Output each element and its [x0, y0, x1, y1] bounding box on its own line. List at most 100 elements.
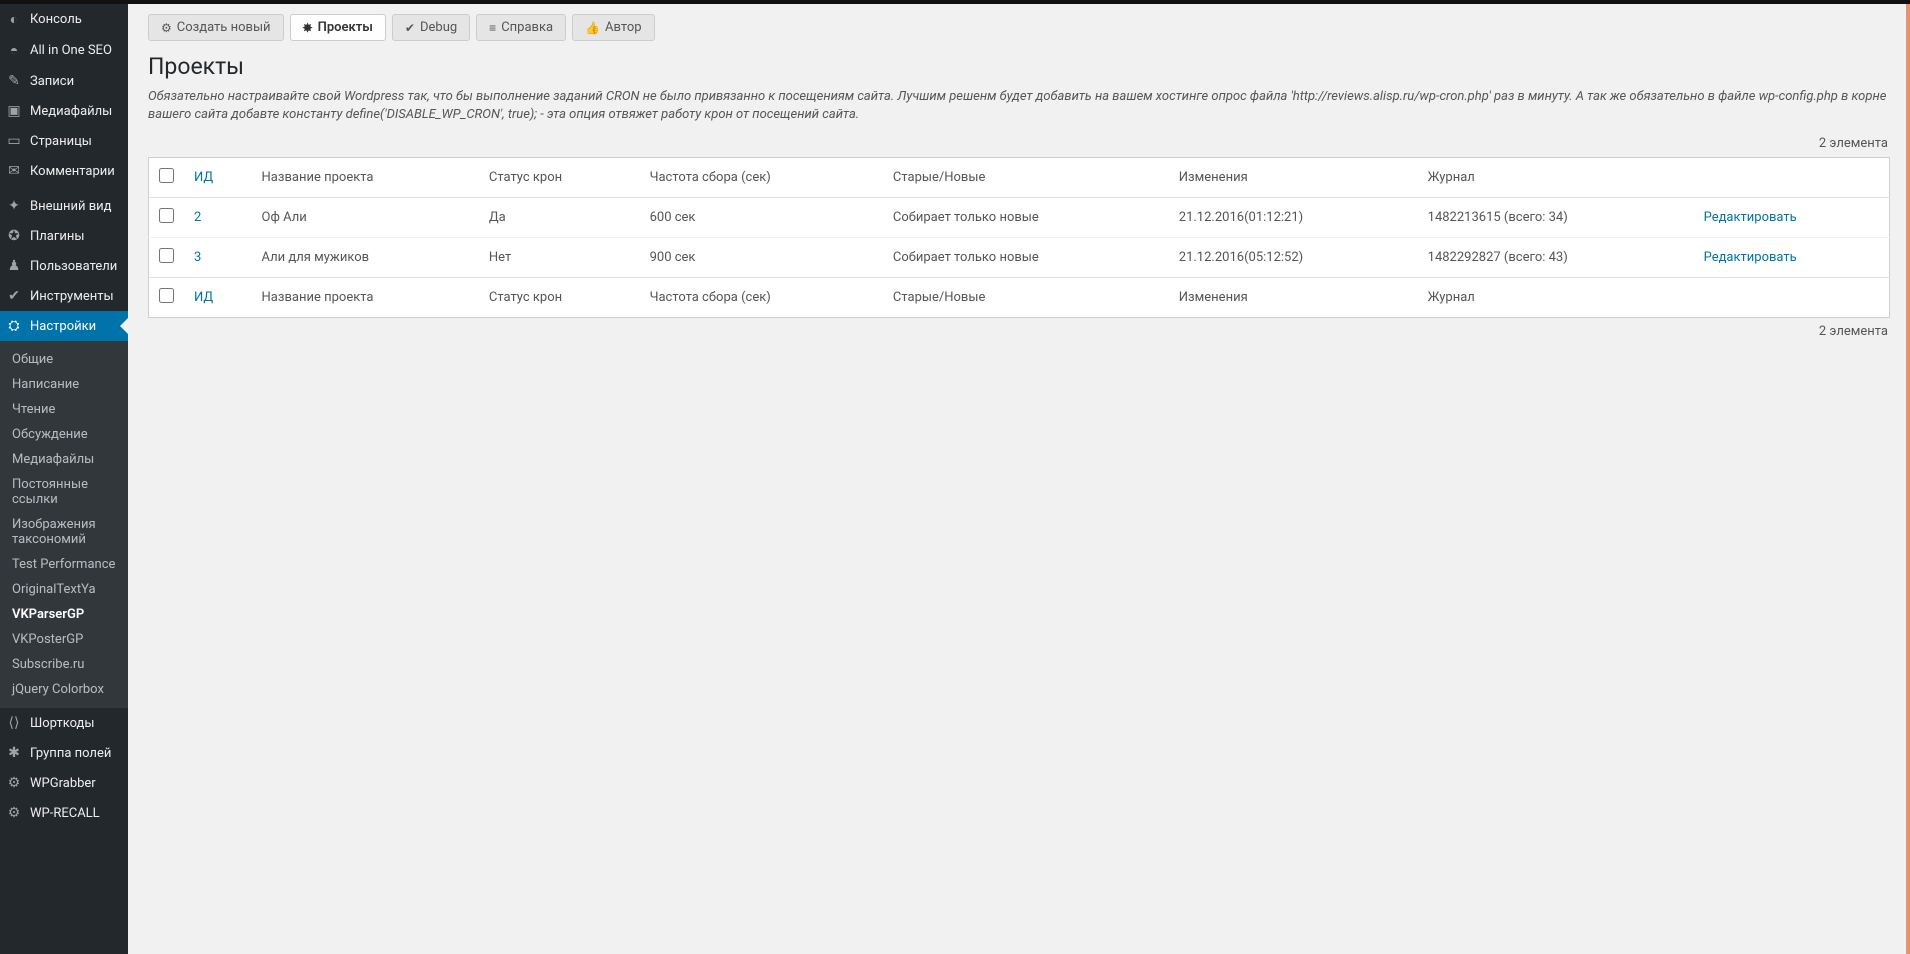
menu-icon: ✔ — [4, 288, 24, 304]
row-id-link[interactable]: 3 — [194, 250, 201, 265]
select-all-checkbox-bottom[interactable] — [159, 288, 174, 303]
submenu-item[interactable]: Test Performance — [0, 552, 128, 577]
row-changes: 21.12.2016(01:12:21) — [1169, 198, 1418, 238]
row-id-link[interactable]: 2 — [194, 210, 201, 225]
menu-icon: ⛭ — [4, 318, 24, 334]
row-log: 1482292827 (всего: 43) — [1418, 238, 1694, 278]
row-name: Али для мужиков — [252, 238, 479, 278]
row-freq: 900 сек — [640, 238, 883, 278]
edit-link[interactable]: Редактировать — [1704, 250, 1797, 265]
row-checkbox[interactable] — [159, 208, 174, 223]
tab-bar: ⚙ Создать новый ✸Проекты ✔ Debug ≡Справка 👍 Авт… — [148, 14, 1890, 41]
projects-table: ИД Название проекта Статус крон Частота … — [148, 157, 1890, 318]
menu-icon: ♟ — [4, 258, 24, 274]
menu-label: WP-RECALL — [30, 806, 100, 821]
table-row: 3Али для мужиковНет900 секСобирает тольк… — [149, 238, 1890, 278]
tab-icon: ✸ — [303, 21, 313, 35]
menu-item-2[interactable]: ✎Записи — [0, 66, 128, 96]
menu-label: All in One SEO — [30, 43, 112, 58]
select-all-checkbox[interactable] — [159, 168, 174, 183]
tab-icon: 👍 — [585, 21, 600, 35]
tab-1[interactable]: ✸Проекты — [290, 14, 386, 41]
menu-item-8[interactable]: ♟Пользователи — [0, 251, 128, 281]
menu-item-10[interactable]: ⛭ Настройки — [0, 311, 128, 341]
submenu-item[interactable]: Постоянные ссылки — [0, 472, 128, 512]
submenu-item[interactable]: VKParserGP — [0, 602, 128, 627]
menu-item-0[interactable]: ◐ Консоль — [0, 4, 128, 35]
col-id: ИД — [184, 158, 252, 198]
menu-label: Консоль — [30, 12, 82, 27]
submenu-item[interactable]: Написание — [0, 372, 128, 397]
menu-icon: ◓ — [4, 42, 24, 59]
tab-label: Автор — [605, 20, 642, 35]
menu-item-7[interactable]: ✪Плагины — [0, 221, 128, 251]
submenu-item[interactable]: Медиафайлы — [0, 447, 128, 472]
submenu-item[interactable]: Общие — [0, 347, 128, 372]
menu-item-b-0[interactable]: ⟨⟩Шорткоды — [0, 708, 128, 738]
menu-label: Комментарии — [30, 164, 115, 179]
submenu-item[interactable]: Чтение — [0, 397, 128, 422]
menu-item-b-1[interactable]: ✱ Группа полей — [0, 738, 128, 768]
tab-3[interactable]: ≡Справка — [476, 14, 566, 41]
item-count-bottom: 2 элемента — [150, 324, 1888, 339]
submenu-item[interactable]: VKPosterGP — [0, 627, 128, 652]
submenu-item[interactable]: jQuery Colorbox — [0, 677, 128, 702]
menu-item-6[interactable]: ✦Внешний вид — [0, 191, 128, 221]
edit-link[interactable]: Редактировать — [1704, 210, 1797, 225]
tab-icon: ✔ — [405, 21, 415, 35]
menu-label: Настройки — [30, 319, 96, 334]
row-changes: 21.12.2016(05:12:52) — [1169, 238, 1418, 278]
tab-4[interactable]: 👍 Автор — [572, 14, 655, 41]
menu-item-9[interactable]: ✔ Инструменты — [0, 281, 128, 311]
menu-item-4[interactable]: ▭ Страницы — [0, 126, 128, 156]
menu-label: Медиафайлы — [30, 104, 112, 119]
menu-label: Инструменты — [30, 289, 114, 304]
row-freq: 600 сек — [640, 198, 883, 238]
select-all-footer[interactable] — [149, 278, 185, 318]
admin-sidebar: ◐ Консоль ◓ All in One SEO ✎Записи ▣ Медиафайл… — [0, 4, 128, 954]
sort-id-link-bottom[interactable]: ИД — [194, 290, 213, 305]
menu-icon: ▣ — [4, 103, 24, 119]
col-changes: Изменения — [1169, 158, 1418, 198]
menu-icon: ⚙ — [4, 805, 24, 821]
menu-label: WPGrabber — [30, 776, 96, 791]
submenu-item[interactable]: OriginalTextYa — [0, 577, 128, 602]
menu-item-3[interactable]: ▣ Медиафайлы — [0, 96, 128, 126]
menu-icon: ✪ — [4, 228, 24, 244]
page-subtitle: Обязательно настраивайте свой Wordpress … — [148, 88, 1890, 124]
tab-icon: ⚙ — [161, 21, 172, 35]
col-mode: Старые/Новые — [883, 158, 1169, 198]
row-mode: Собирает только новые — [883, 238, 1169, 278]
tab-2[interactable]: ✔ Debug — [392, 14, 470, 41]
submenu-item[interactable]: Обсуждение — [0, 422, 128, 447]
menu-item-5[interactable]: ✉ Комментарии — [0, 156, 128, 186]
menu-icon: ✉ — [4, 163, 24, 179]
row-cron: Да — [479, 198, 640, 238]
menu-item-b-2[interactable]: ⚙WPGrabber — [0, 768, 128, 798]
tab-label: Debug — [420, 20, 457, 35]
tab-0[interactable]: ⚙ Создать новый — [148, 14, 284, 41]
menu-item-b-3[interactable]: ⚙ WP-RECALL — [0, 798, 128, 828]
menu-label: Шорткоды — [30, 716, 94, 731]
menu-icon: ✦ — [4, 198, 24, 214]
menu-icon: ◐ — [4, 11, 24, 28]
submenu-item[interactable]: Subscribe.ru — [0, 652, 128, 677]
tab-label: Создать новый — [177, 20, 271, 35]
select-all-header[interactable] — [149, 158, 185, 198]
row-checkbox[interactable] — [159, 248, 174, 263]
sort-id-link[interactable]: ИД — [194, 170, 213, 185]
menu-label: Страницы — [30, 134, 92, 149]
right-edge-strip — [1906, 4, 1910, 954]
tab-label: Справка — [501, 20, 553, 35]
menu-icon: ✎ — [4, 73, 24, 89]
menu-label: Группа полей — [30, 746, 111, 761]
menu-icon: ▭ — [4, 133, 24, 149]
table-row: 2Оф АлиДа600 секСобирает только новые21.… — [149, 198, 1890, 238]
page-title: Проекты — [148, 53, 1890, 80]
menu-icon: ✱ — [4, 745, 24, 761]
settings-submenu: ОбщиеНаписаниеЧтениеОбсуждениеМедиафайлы… — [0, 341, 128, 708]
col-freq: Частота сбора (сек) — [640, 158, 883, 198]
submenu-item[interactable]: Изображения таксономий — [0, 512, 128, 552]
col-actions — [1694, 158, 1890, 198]
menu-item-1[interactable]: ◓ All in One SEO — [0, 35, 128, 66]
